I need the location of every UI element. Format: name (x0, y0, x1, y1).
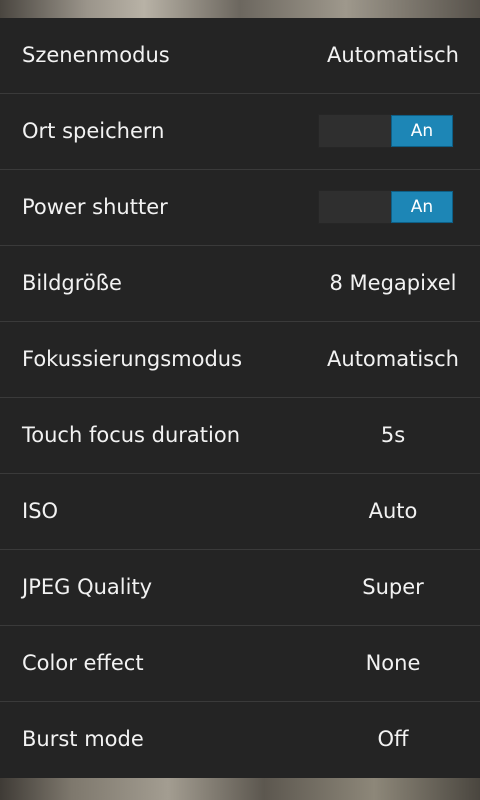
setting-value[interactable]: Auto (306, 474, 480, 549)
power-shutter-toggle[interactable]: An (318, 190, 454, 224)
setting-label: Ort speichern (22, 119, 165, 143)
setting-value[interactable]: 5s (306, 398, 480, 473)
setting-value[interactable]: 8 Megapixel (306, 246, 480, 321)
setting-value[interactable]: Off (306, 702, 480, 777)
setting-row-picture-size[interactable]: Bildgröße 8 Megapixel (0, 246, 480, 322)
setting-row-color-effect[interactable]: Color effect None (0, 626, 480, 702)
setting-label: Bildgröße (22, 271, 122, 295)
setting-label: Power shutter (22, 195, 168, 219)
setting-row-save-location[interactable]: Ort speichern An (0, 94, 480, 170)
setting-row-jpeg-quality[interactable]: JPEG Quality Super (0, 550, 480, 626)
setting-value[interactable]: None (306, 626, 480, 701)
setting-label: Touch focus duration (22, 423, 241, 447)
setting-label: Burst mode (22, 727, 144, 751)
camera-settings-panel: Szenenmodus Automatisch Ort speichern An… (0, 18, 480, 778)
setting-row-burst-mode[interactable]: Burst mode Off (0, 702, 480, 778)
setting-label: Color effect (22, 651, 144, 675)
camera-preview-bottom (0, 778, 480, 800)
setting-value[interactable]: Super (306, 550, 480, 625)
setting-label: Fokussierungsmodus (22, 347, 243, 371)
setting-value[interactable]: Automatisch (306, 322, 480, 397)
setting-row-focus-mode[interactable]: Fokussierungsmodus Automatisch (0, 322, 480, 398)
setting-row-power-shutter[interactable]: Power shutter An (0, 170, 480, 246)
setting-value[interactable]: Automatisch (306, 18, 480, 93)
save-location-toggle[interactable]: An (318, 114, 454, 148)
setting-label: ISO (22, 499, 59, 523)
toggle-on-thumb[interactable]: An (391, 191, 453, 223)
toggle-on-thumb[interactable]: An (391, 115, 453, 147)
camera-preview-top (0, 0, 480, 18)
setting-label: JPEG Quality (22, 575, 153, 599)
setting-row-scene-mode[interactable]: Szenenmodus Automatisch (0, 18, 480, 94)
setting-row-iso[interactable]: ISO Auto (0, 474, 480, 550)
setting-label: Szenenmodus (22, 43, 170, 67)
setting-row-touch-focus-duration[interactable]: Touch focus duration 5s (0, 398, 480, 474)
